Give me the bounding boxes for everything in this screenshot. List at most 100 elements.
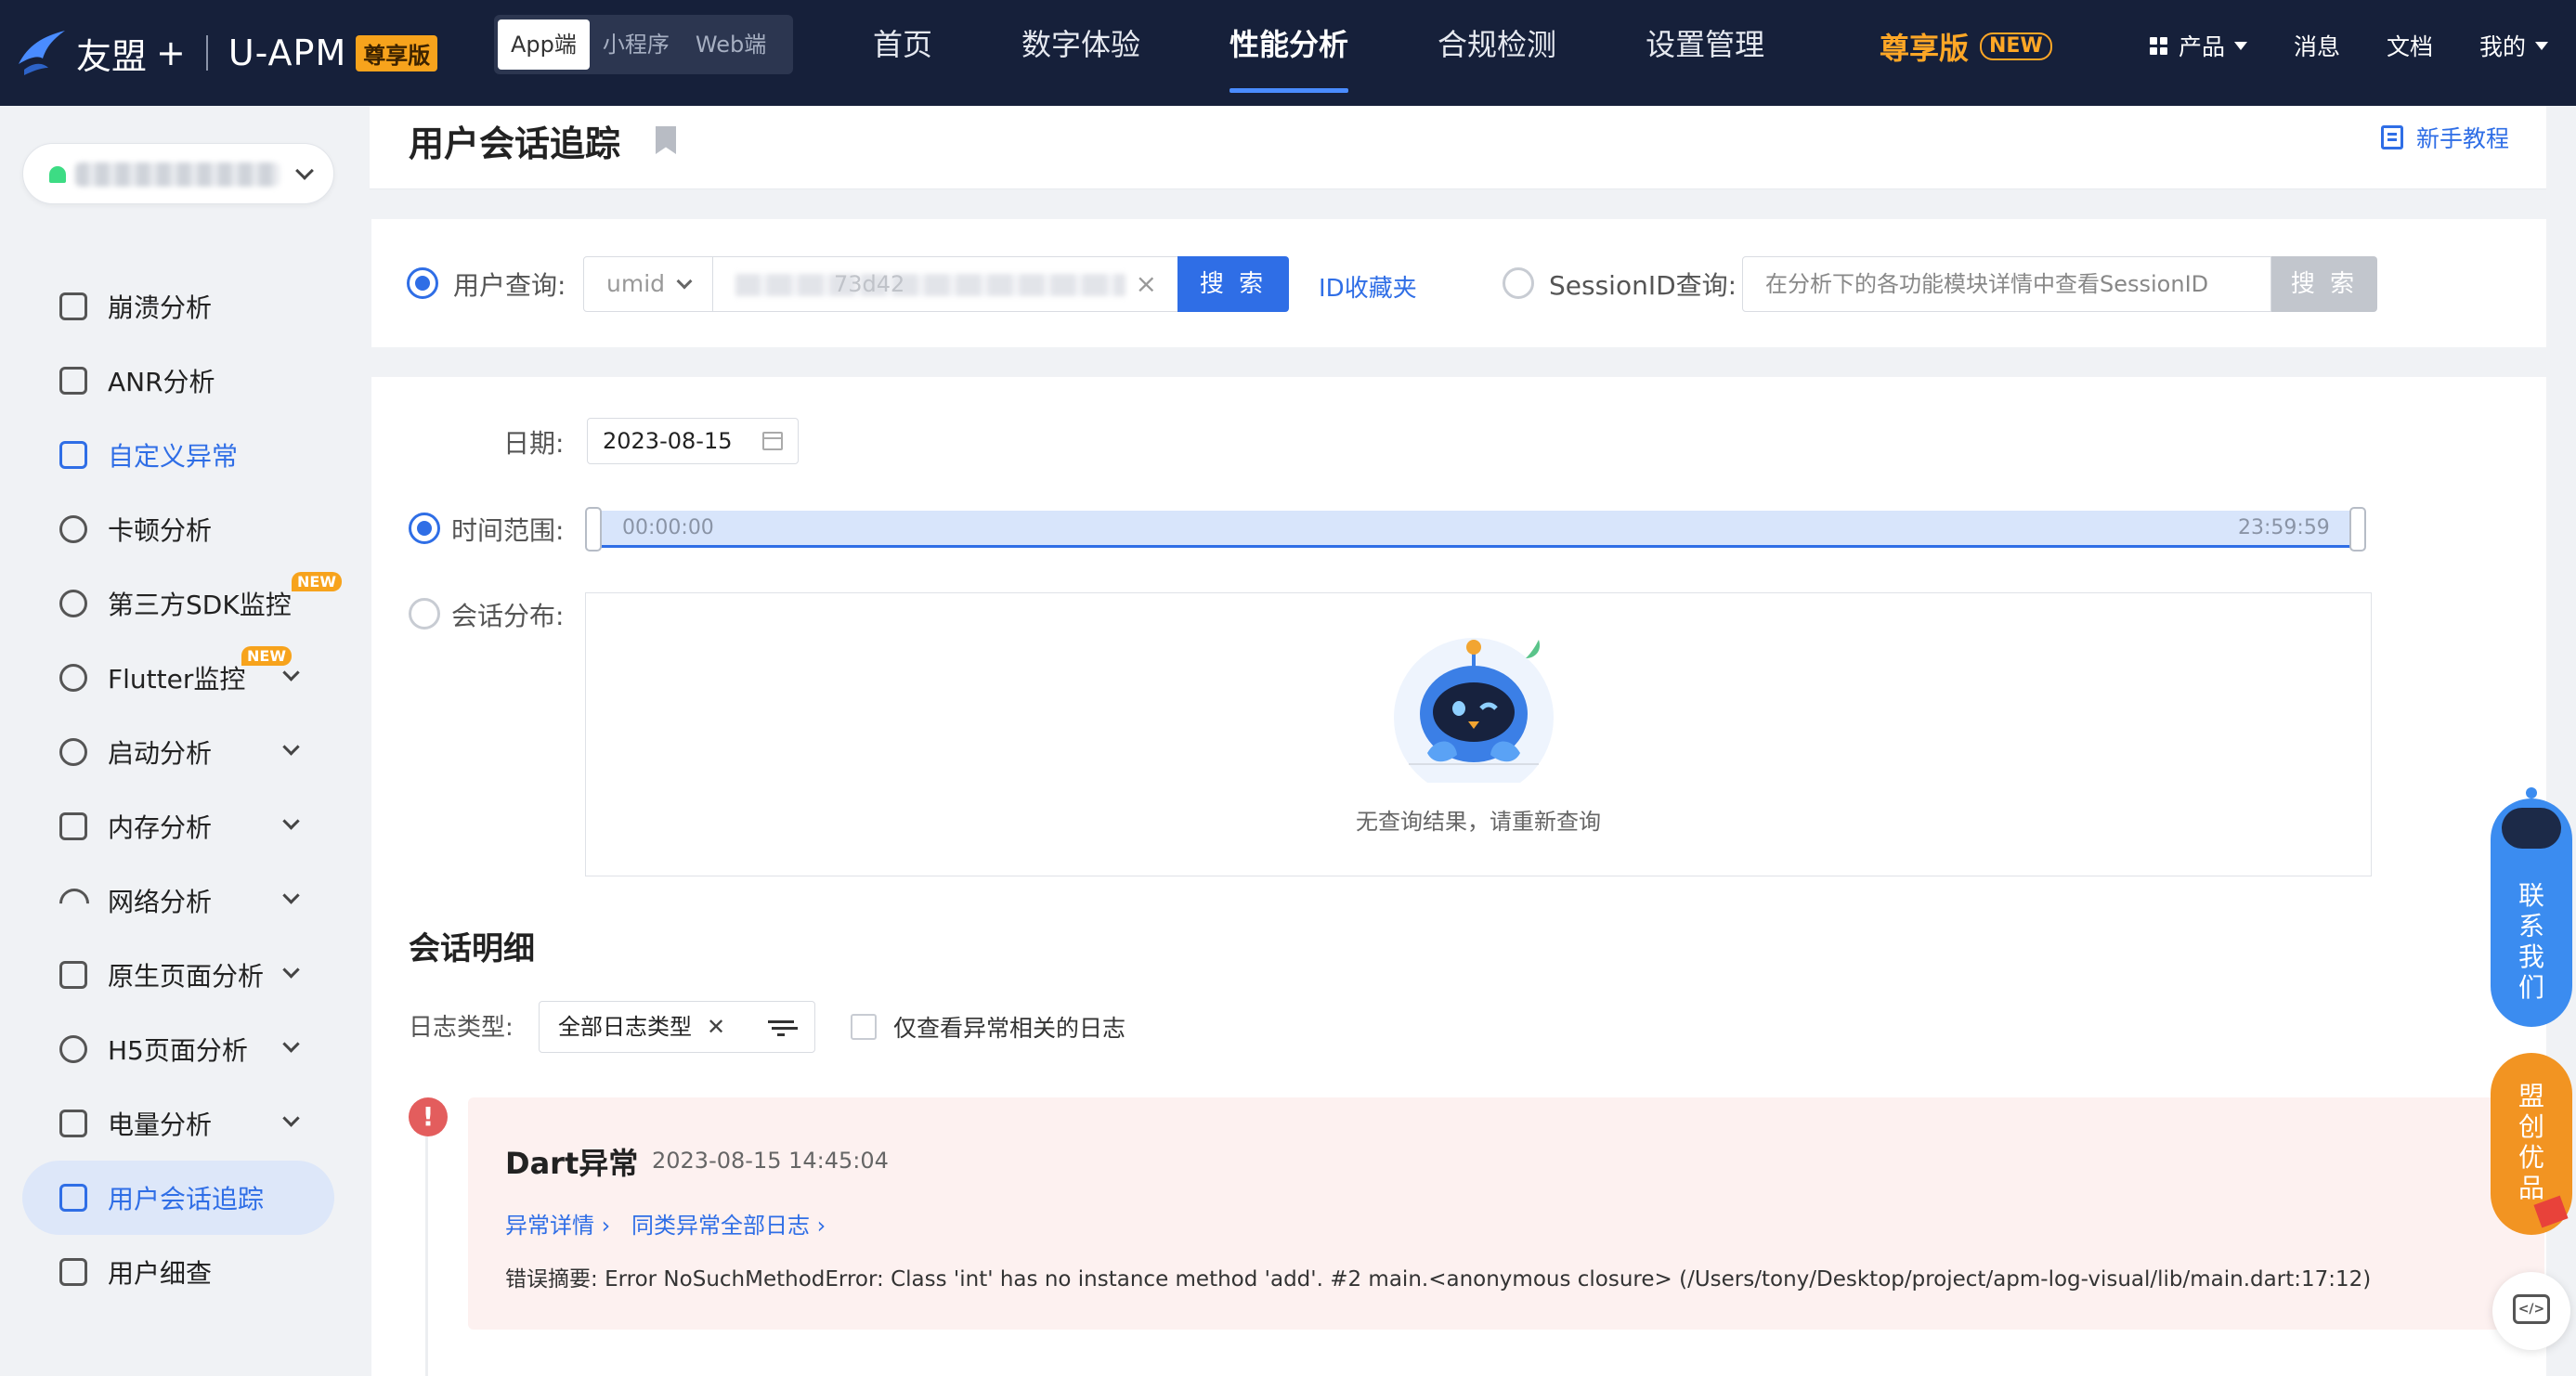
- nav-performance[interactable]: 性能分析: [1229, 0, 1349, 93]
- date-picker[interactable]: 2023-08-15: [587, 418, 799, 464]
- session-id-input[interactable]: 在分析下的各功能模块详情中查看SessionID: [1742, 256, 2271, 312]
- time-range-radio[interactable]: [409, 513, 440, 544]
- id-favorites-link[interactable]: ID收藏夹: [1319, 269, 1417, 304]
- sidebar-item-label: H5页面分析: [108, 1035, 248, 1066]
- calendar-icon: [762, 432, 783, 450]
- logo-divider: [205, 35, 208, 71]
- log-type-label: 日志类型:: [409, 1014, 514, 1042]
- date-value: 2023-08-15: [603, 428, 733, 454]
- chevron-down-icon: [282, 887, 300, 904]
- tutorial-link[interactable]: 新手教程: [2380, 121, 2509, 154]
- sidebar-item-label: 原生页面分析: [108, 961, 265, 992]
- page-icon: [59, 961, 87, 989]
- page-header: 用户会话追踪 新手教程: [370, 106, 2546, 189]
- bookmark-icon[interactable]: [656, 126, 676, 154]
- sidebar-item-battery[interactable]: 电量分析: [22, 1086, 334, 1161]
- time-range-slider[interactable]: [596, 511, 2361, 548]
- platform-switch: App端 小程序 Web端: [494, 15, 793, 74]
- page-title: 用户会话追踪: [409, 123, 621, 164]
- distribution-radio[interactable]: [409, 598, 440, 630]
- user-query-radio[interactable]: [407, 267, 438, 299]
- exception-detail-link[interactable]: 异常详情 ›: [505, 1207, 610, 1240]
- docs-link[interactable]: 文档: [2387, 29, 2433, 62]
- chevron-down-icon: [282, 961, 300, 979]
- session-search-button[interactable]: 搜 索: [2271, 256, 2377, 312]
- sidebar-item-startup[interactable]: 启动分析: [22, 715, 334, 789]
- distribution-label: 会话分布:: [451, 601, 565, 631]
- chevron-down-icon: [282, 1110, 300, 1127]
- sidebar-item-native-page[interactable]: 原生页面分析: [22, 938, 334, 1012]
- id-type-select[interactable]: umid: [583, 256, 713, 312]
- sidebar-item-label: 用户细查: [108, 1258, 213, 1289]
- nav-compliance[interactable]: 合规检测: [1438, 0, 1556, 93]
- sidebar-item-anr[interactable]: ANR分析: [22, 344, 334, 418]
- premium-label: 尊享版: [1880, 31, 1970, 66]
- close-icon[interactable]: ✕: [707, 1002, 725, 1052]
- power-icon: [59, 738, 87, 766]
- sidebar-item-session-tracking[interactable]: 用户会话追踪: [22, 1161, 334, 1235]
- sidebar-item-label: 卡顿分析: [108, 515, 213, 546]
- feedback-button[interactable]: </>: [2492, 1272, 2570, 1350]
- sidebar-item-crash[interactable]: 崩溃分析: [22, 269, 334, 344]
- sidebar-item-label: 第三方SDK监控: [108, 590, 292, 620]
- sidebar-item-third-party-sdk[interactable]: 第三方SDK监控 NEW: [22, 566, 342, 641]
- messages-link[interactable]: 消息: [2294, 29, 2340, 62]
- range-end-handle[interactable]: [2349, 507, 2366, 552]
- clock-icon: [59, 515, 87, 543]
- sidebar-item-custom-exception[interactable]: 自定义异常: [22, 418, 334, 492]
- nav-digital-experience[interactable]: 数字体验: [1021, 0, 1140, 93]
- platform-tab-web[interactable]: Web端: [683, 19, 779, 70]
- sidebar-item-label: 用户会话追踪: [108, 1184, 265, 1214]
- contact-us-widget[interactable]: 联系我们: [2491, 787, 2572, 1027]
- grid-icon: [2149, 36, 2167, 55]
- crash-icon: [59, 292, 87, 320]
- wifi-icon: [59, 887, 87, 915]
- account-label: 我的: [2478, 33, 2526, 60]
- user-id-visible-part: 73d42: [834, 271, 905, 297]
- main-nav: 首页 数字体验 性能分析 合规检测 设置管理: [873, 0, 1854, 106]
- range-end-value: 23:59:59: [2238, 516, 2330, 539]
- logo[interactable]: 友盟 + U-APM 尊享版: [15, 9, 438, 97]
- user-id-redacted: [735, 274, 1125, 296]
- session-query-radio[interactable]: [1503, 267, 1534, 299]
- clear-icon[interactable]: ×: [1136, 257, 1157, 311]
- log-type-filter[interactable]: 全部日志类型 ✕: [539, 1001, 815, 1053]
- products-menu[interactable]: 产品: [2149, 29, 2247, 62]
- filter-icon[interactable]: [768, 1020, 794, 1036]
- premium-new-badge: NEW: [1980, 32, 2052, 60]
- chevron-down-icon: [282, 664, 300, 682]
- user-id-input[interactable]: 73d42 ×: [712, 256, 1178, 312]
- h5-icon: [59, 1035, 87, 1063]
- query-panel: 用户查询: umid 73d42 × 搜 索 ID收藏夹 SessionID查询…: [371, 219, 2546, 347]
- caret-down-icon: [2233, 41, 2247, 50]
- range-start-handle[interactable]: [585, 507, 602, 552]
- sidebar-item-lag[interactable]: 卡顿分析: [22, 492, 334, 566]
- nav-premium[interactable]: 尊享版 NEW: [1880, 24, 2052, 69]
- nav-home[interactable]: 首页: [873, 0, 932, 93]
- robot-face-icon: [2502, 808, 2561, 849]
- sidebar-item-network[interactable]: 网络分析: [22, 863, 334, 938]
- android-icon: [49, 166, 66, 183]
- nav-settings[interactable]: 设置管理: [1646, 0, 1764, 93]
- error-summary-text: Error NoSuchMethodError: Class 'int' has…: [605, 1267, 2372, 1292]
- app-selector[interactable]: [22, 143, 334, 204]
- contact-us-label: 联系我们: [2518, 880, 2545, 1003]
- platform-tab-miniprogram[interactable]: 小程序: [590, 19, 683, 70]
- session-distribution-chart: 无查询结果，请重新查询: [585, 592, 2372, 876]
- similar-exceptions-link[interactable]: 同类异常全部日志 ›: [631, 1207, 826, 1240]
- sidebar-item-memory[interactable]: 内存分析: [22, 789, 334, 863]
- sidebar: 崩溃分析 ANR分析 自定义异常 卡顿分析 第三方SDK监控 NEW Flutt…: [0, 106, 355, 1376]
- gauge-icon: [59, 664, 87, 692]
- promo-widget[interactable]: 盟创优品: [2491, 1053, 2572, 1235]
- sidebar-item-label: Flutter监控: [108, 664, 246, 694]
- sidebar-item-flutter[interactable]: Flutter监控 NEW: [22, 641, 334, 715]
- umeng-bird-icon: [19, 31, 65, 75]
- chevron-down-icon: [676, 273, 693, 290]
- only-error-checkbox[interactable]: [851, 1014, 877, 1040]
- platform-tab-app[interactable]: App端: [498, 19, 590, 70]
- sidebar-item-h5-page[interactable]: H5页面分析: [22, 1012, 334, 1086]
- sidebar-item-user-detail[interactable]: 用户细查: [22, 1235, 334, 1309]
- sidebar-item-label: ANR分析: [108, 367, 215, 397]
- user-search-button[interactable]: 搜 索: [1177, 256, 1289, 312]
- account-menu[interactable]: 我的: [2479, 29, 2548, 62]
